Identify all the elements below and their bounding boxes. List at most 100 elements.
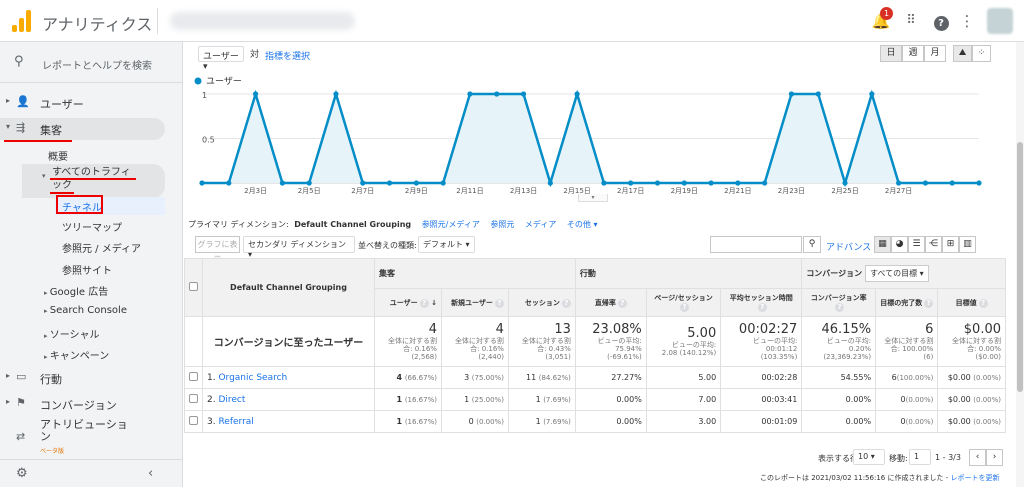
column-header[interactable]: ユーザー? ↓ (374, 288, 442, 317)
table-search-icon[interactable]: ⚲ (803, 236, 821, 253)
sidebar-item-source-medium[interactable]: 参照元 / メディア (62, 240, 141, 255)
table-view-icon[interactable]: ▦ (874, 236, 891, 253)
sidebar-item-referrals[interactable]: 参照サイト (62, 262, 112, 277)
pie-view-icon[interactable]: ◕ (891, 236, 908, 253)
sort-desc-icon[interactable]: ↓ (429, 299, 437, 307)
dgc-column-header[interactable]: Default Channel Grouping (202, 258, 375, 317)
data-point[interactable] (896, 180, 902, 186)
data-point[interactable] (279, 180, 285, 186)
column-header[interactable]: 新規ユーザー? (440, 288, 509, 317)
dimension-medium[interactable]: メディア (525, 220, 556, 229)
plot-rows-button[interactable]: グラフに表示 (195, 236, 240, 264)
channel-link[interactable]: Organic Search (218, 373, 287, 383)
data-point[interactable] (815, 91, 821, 97)
table-search-input[interactable] (710, 236, 802, 253)
data-point[interactable] (306, 180, 312, 186)
pivot-view-icon[interactable]: ▥ (959, 236, 976, 253)
sidebar-item-attribution[interactable]: ⇄ アトリビューション ベータ版 (0, 418, 165, 456)
column-header[interactable]: セッション? (507, 288, 576, 317)
row-checkbox[interactable] (189, 372, 198, 381)
settings-gear-icon[interactable]: ⚙ (16, 466, 28, 481)
data-point[interactable] (360, 180, 366, 186)
column-header[interactable]: ページ/セッション? (645, 288, 722, 317)
help-icon[interactable]: ? (617, 298, 627, 308)
data-point[interactable] (252, 91, 259, 97)
data-point[interactable] (547, 180, 553, 186)
help-icon[interactable]: ? (835, 303, 845, 312)
help-icon[interactable]: ? (757, 303, 767, 312)
sort-type-select[interactable]: デフォルト ▾ (418, 236, 475, 253)
sidebar-item-acquisition[interactable]: ▾ ⇶ 集客 (0, 118, 165, 140)
data-point[interactable] (226, 180, 232, 186)
sidebar-item-search-console[interactable]: ▸ Search Console (44, 305, 127, 316)
sidebar-item-treemap[interactable]: ツリーマップ (62, 219, 122, 234)
day-button[interactable]: 日 (880, 45, 902, 62)
comparison-view-icon[interactable]: ⋲ (925, 236, 942, 253)
sidebar-search[interactable]: ⚲ レポートとヘルプを検索 (0, 50, 183, 78)
motion-chart-icon[interactable]: ⁘ (972, 45, 991, 62)
line-chart-icon[interactable]: ⛰ (953, 45, 972, 62)
data-point[interactable] (842, 180, 848, 186)
data-point[interactable] (601, 180, 607, 186)
data-point[interactable] (976, 180, 982, 186)
channel-link[interactable]: Direct (218, 395, 245, 405)
data-point[interactable] (520, 91, 527, 97)
row-checkbox[interactable] (189, 394, 198, 403)
sidebar-item-conversions[interactable]: ▸ ⚑ コンバージョン (0, 393, 165, 415)
data-point[interactable] (949, 180, 955, 186)
data-point[interactable] (440, 180, 446, 186)
row-checkbox[interactable] (189, 416, 198, 425)
performance-view-icon[interactable]: ☰ (908, 236, 925, 253)
month-button[interactable]: 月 (924, 45, 946, 62)
more-vert-icon[interactable]: ⋮ (957, 11, 977, 31)
goto-input[interactable]: 1 (909, 449, 931, 465)
select-all-checkbox[interactable] (189, 282, 198, 291)
data-point[interactable] (467, 91, 473, 97)
refresh-report-link[interactable]: レポートを更新 (950, 474, 999, 482)
sidebar-item-google-ads[interactable]: ▸ Google 広告 (44, 283, 108, 298)
column-header[interactable]: 目標の完了数? (875, 288, 939, 317)
data-point[interactable] (413, 180, 419, 186)
column-header[interactable]: 目標値? (937, 288, 1006, 317)
dimension-source[interactable]: 参照元 (490, 220, 514, 229)
sidebar-item-overview[interactable]: 概要 (48, 148, 68, 163)
sidebar-item-users[interactable]: ▸ 👤 ユーザー (0, 92, 165, 114)
column-header[interactable]: 平均セッション時間? (720, 288, 803, 317)
analytics-logo-icon[interactable] (12, 10, 32, 32)
chart-collapse-handle[interactable]: ▾ (578, 194, 608, 202)
apps-grid-icon[interactable]: ⠿ (901, 11, 921, 31)
data-point[interactable] (386, 180, 393, 186)
help-icon[interactable]: ? (419, 298, 429, 308)
data-point[interactable] (199, 180, 205, 186)
term-cloud-view-icon[interactable]: ⊞ (942, 236, 959, 253)
week-button[interactable]: 週 (902, 45, 924, 62)
data-point[interactable] (762, 180, 768, 186)
channel-link[interactable]: Referral (218, 417, 253, 427)
data-point[interactable] (681, 180, 687, 186)
next-page-icon[interactable]: › (986, 449, 1003, 466)
data-point[interactable] (869, 91, 875, 97)
sidebar-item-behavior[interactable]: ▸ ▭ 行動 (0, 367, 165, 389)
data-point[interactable] (333, 91, 339, 97)
page-scrollbar[interactable] (1016, 42, 1024, 487)
dimension-other[interactable]: その他 ▾ (567, 220, 598, 229)
goal-select[interactable]: すべての目標 ▾ (864, 265, 929, 282)
sidebar-item-all-traffic[interactable]: ▾ すべてのトラフィ ック (22, 164, 165, 198)
prev-page-icon[interactable]: ‹ (969, 449, 986, 466)
help-icon[interactable]: ? (924, 298, 934, 308)
data-point[interactable] (654, 180, 661, 186)
sidebar-item-campaigns[interactable]: ▸ キャンペーン (44, 347, 109, 362)
column-header[interactable]: コンバージョン率? (801, 288, 877, 317)
dimension-dgc[interactable]: Default Channel Grouping (294, 220, 411, 229)
secondary-dimension-select[interactable]: セカンダリ ディメンション ▾ (243, 236, 355, 259)
help-icon[interactable]: ? (978, 298, 988, 308)
data-point[interactable] (788, 91, 795, 97)
collapse-sidebar-icon[interactable]: ‹ (148, 466, 153, 481)
help-icon[interactable]: ? (680, 303, 689, 312)
data-point[interactable] (735, 180, 741, 186)
account-selector[interactable] (170, 12, 355, 30)
data-point[interactable] (708, 180, 714, 186)
data-point[interactable] (922, 180, 929, 186)
column-header[interactable]: 直帰率? (574, 288, 647, 317)
avatar[interactable] (987, 8, 1013, 34)
